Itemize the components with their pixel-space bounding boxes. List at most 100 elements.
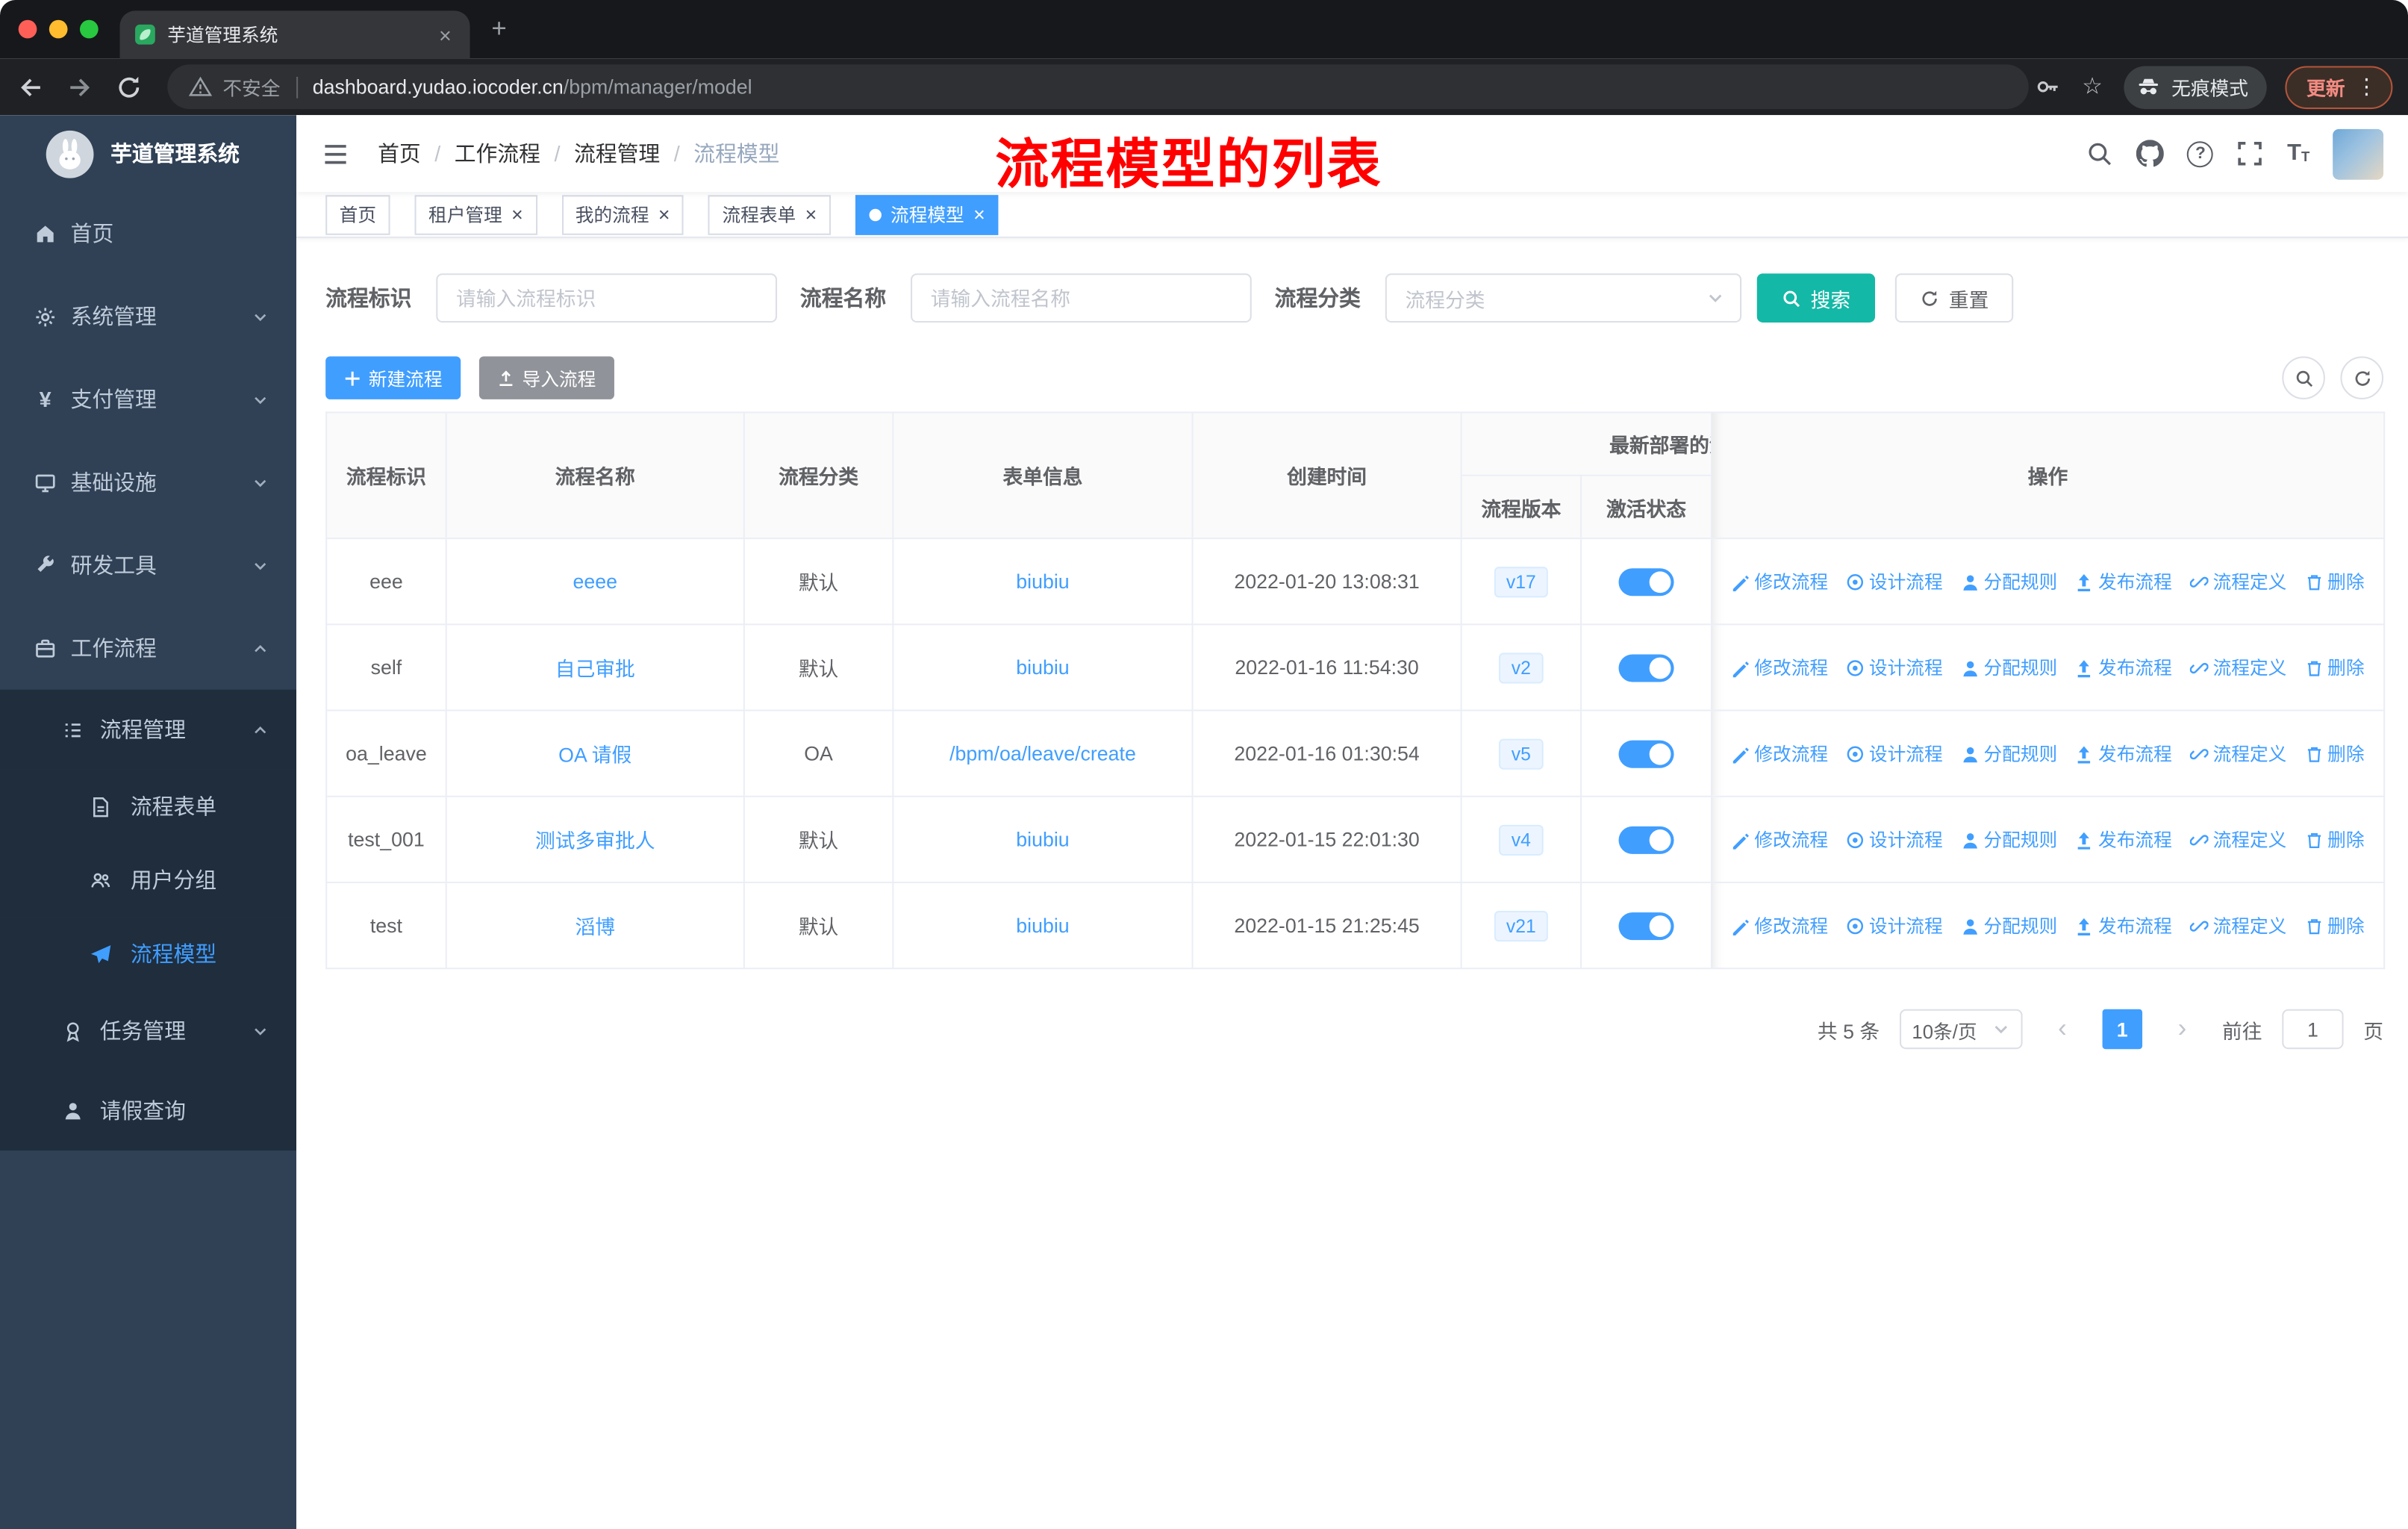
minimize-window-button[interactable] xyxy=(49,19,68,39)
action-delete[interactable]: 删除 xyxy=(2304,568,2365,594)
sidebar-item-home[interactable]: 首页 xyxy=(0,192,296,275)
action-edit-process[interactable]: 修改流程 xyxy=(1731,568,1828,594)
active-toggle[interactable] xyxy=(1618,825,1674,853)
action-process-definition[interactable]: 流程定义 xyxy=(2189,741,2286,767)
security-label[interactable]: 不安全 xyxy=(222,72,280,102)
address-bar[interactable]: 不安全 dashboard.yudao.iocoder.cn/bpm/manag… xyxy=(167,64,2029,110)
action-edit-process[interactable]: 修改流程 xyxy=(1731,912,1828,938)
next-page-button[interactable]: › xyxy=(2162,1009,2202,1049)
action-assign-rule[interactable]: 分配规则 xyxy=(1961,912,2057,938)
model-name-link[interactable]: 自己审批 xyxy=(555,658,635,681)
action-assign-rule[interactable]: 分配规则 xyxy=(1961,826,2057,853)
sidebar-item-leave-query[interactable]: 请假查询 xyxy=(0,1071,297,1150)
process-key-input[interactable] xyxy=(436,273,778,323)
action-design-process[interactable]: 设计流程 xyxy=(1846,826,1943,853)
action-edit-process[interactable]: 修改流程 xyxy=(1731,826,1828,853)
sidebar-item-user-group[interactable]: 用户分组 xyxy=(0,843,297,918)
reload-icon[interactable] xyxy=(115,73,143,101)
close-icon[interactable]: × xyxy=(973,205,985,225)
page-size-select[interactable]: 10条/页 xyxy=(1899,1009,2023,1050)
tag-tenant[interactable]: 租户管理 × xyxy=(414,194,537,234)
import-process-button[interactable]: 导入流程 xyxy=(478,356,615,399)
action-publish-process[interactable]: 发布流程 xyxy=(2075,741,2172,767)
close-window-button[interactable] xyxy=(18,19,37,39)
form-link[interactable]: biubiu xyxy=(1016,656,1069,679)
action-assign-rule[interactable]: 分配规则 xyxy=(1961,655,2057,681)
password-key-icon[interactable] xyxy=(2035,74,2061,100)
close-icon[interactable]: × xyxy=(511,205,523,225)
goto-page-input[interactable] xyxy=(2282,1009,2344,1050)
process-category-select[interactable]: 流程分类 xyxy=(1385,273,1742,323)
sidebar-item-process-form[interactable]: 流程表单 xyxy=(0,769,297,844)
reset-button[interactable]: 重置 xyxy=(1894,273,2014,323)
page-1-button[interactable]: 1 xyxy=(2102,1009,2143,1050)
active-toggle[interactable] xyxy=(1618,739,1674,767)
action-publish-process[interactable]: 发布流程 xyxy=(2075,826,2172,853)
form-link[interactable]: biubiu xyxy=(1016,914,1069,937)
model-name-link[interactable]: 测试多审批人 xyxy=(535,829,655,853)
sidebar-item-process-model[interactable]: 流程模型 xyxy=(0,917,297,991)
browser-menu-icon[interactable]: ⋮ xyxy=(2356,74,2377,100)
sidebar-item-workflow[interactable]: 工作流程 xyxy=(0,607,296,690)
tab-close-icon[interactable]: × xyxy=(436,24,455,46)
browser-tab[interactable]: 芋道管理系统 × xyxy=(119,10,470,59)
process-name-input[interactable] xyxy=(911,273,1252,323)
collapse-sidebar-icon[interactable] xyxy=(321,139,350,168)
search-icon[interactable] xyxy=(2086,140,2114,167)
github-icon[interactable] xyxy=(2136,140,2165,167)
action-delete[interactable]: 删除 xyxy=(2304,912,2365,938)
tag-home[interactable]: 首页 xyxy=(325,194,390,234)
breadcrumb-home[interactable]: 首页 xyxy=(378,138,421,169)
new-tab-button[interactable]: + xyxy=(491,14,506,45)
form-link[interactable]: biubiu xyxy=(1016,570,1069,593)
action-delete[interactable]: 删除 xyxy=(2304,826,2365,853)
create-process-button[interactable]: 新建流程 xyxy=(325,356,461,399)
active-toggle[interactable] xyxy=(1618,912,1674,940)
form-link[interactable]: /bpm/oa/leave/create xyxy=(949,742,1136,765)
help-icon[interactable]: ? xyxy=(2187,140,2214,167)
browser-update-button[interactable]: 更新 ⋮ xyxy=(2285,65,2393,109)
model-name-link[interactable]: 滔博 xyxy=(575,915,615,938)
app-logo[interactable]: 芋道管理系统 xyxy=(0,115,296,192)
active-toggle[interactable] xyxy=(1618,567,1674,596)
action-process-definition[interactable]: 流程定义 xyxy=(2189,655,2286,681)
sidebar-item-devtools[interactable]: 研发工具 xyxy=(0,524,296,607)
action-process-definition[interactable]: 流程定义 xyxy=(2189,826,2286,853)
action-design-process[interactable]: 设计流程 xyxy=(1846,912,1943,938)
model-name-link[interactable]: OA 请假 xyxy=(558,744,631,767)
back-icon[interactable] xyxy=(17,73,45,101)
search-button[interactable]: 搜索 xyxy=(1756,273,1876,323)
sidebar-item-process-management[interactable]: 流程管理 xyxy=(0,689,297,770)
action-delete[interactable]: 删除 xyxy=(2304,741,2365,767)
page-url[interactable]: dashboard.yudao.iocoder.cn/bpm/manager/m… xyxy=(313,75,752,99)
sidebar-item-system[interactable]: 系统管理 xyxy=(0,275,296,358)
action-design-process[interactable]: 设计流程 xyxy=(1846,655,1943,681)
active-toggle[interactable] xyxy=(1618,653,1674,682)
fullscreen-icon[interactable] xyxy=(2236,140,2264,167)
toggle-search-button[interactable] xyxy=(2282,356,2325,399)
user-avatar[interactable] xyxy=(2333,128,2384,179)
close-icon[interactable]: × xyxy=(805,205,817,225)
bookmark-star-icon[interactable]: ☆ xyxy=(2080,74,2106,100)
sidebar-item-infra[interactable]: 基础设施 xyxy=(0,440,296,523)
action-publish-process[interactable]: 发布流程 xyxy=(2075,568,2172,594)
action-process-definition[interactable]: 流程定义 xyxy=(2189,912,2286,938)
font-size-icon[interactable]: TT xyxy=(2287,141,2309,164)
prev-page-button[interactable]: ‹ xyxy=(2042,1009,2082,1049)
action-design-process[interactable]: 设计流程 xyxy=(1846,741,1943,767)
sidebar-item-task-management[interactable]: 任务管理 xyxy=(0,991,297,1071)
breadcrumb-workflow[interactable]: 工作流程 xyxy=(455,138,540,169)
action-edit-process[interactable]: 修改流程 xyxy=(1731,741,1828,767)
action-assign-rule[interactable]: 分配规则 xyxy=(1961,568,2057,594)
action-delete[interactable]: 删除 xyxy=(2304,655,2365,681)
tag-my-process[interactable]: 我的流程 × xyxy=(561,194,684,234)
action-edit-process[interactable]: 修改流程 xyxy=(1731,655,1828,681)
sidebar-item-payment[interactable]: ¥ 支付管理 xyxy=(0,358,296,440)
forward-icon[interactable] xyxy=(66,73,93,101)
action-process-definition[interactable]: 流程定义 xyxy=(2189,568,2286,594)
tag-process-model[interactable]: 流程模型 × xyxy=(855,194,999,234)
model-name-link[interactable]: eeee xyxy=(573,570,617,593)
action-publish-process[interactable]: 发布流程 xyxy=(2075,655,2172,681)
action-publish-process[interactable]: 发布流程 xyxy=(2075,912,2172,938)
breadcrumb-process-management[interactable]: 流程管理 xyxy=(574,138,660,169)
